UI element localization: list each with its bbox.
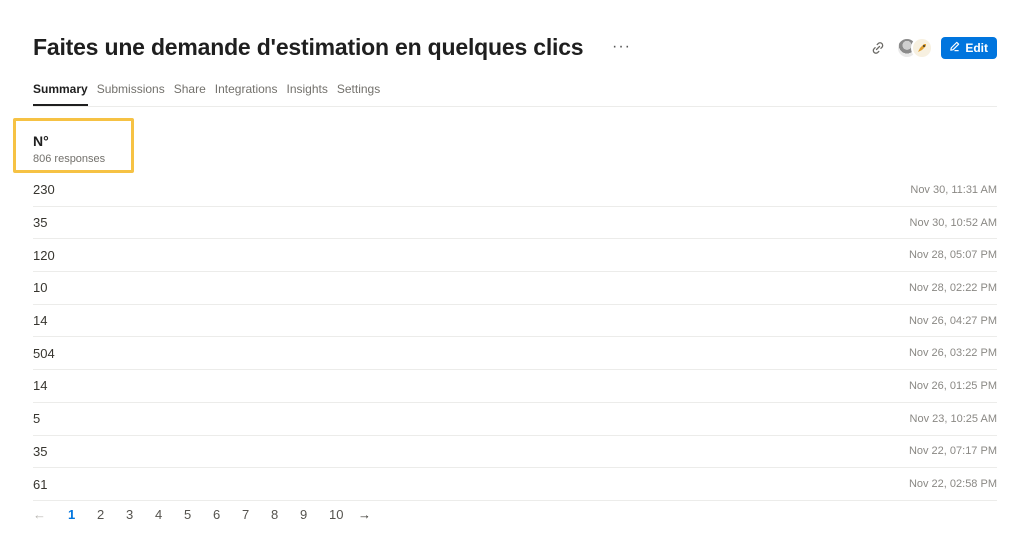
list-item[interactable]: 504 Nov 26, 03:22 PM [33, 337, 997, 371]
response-timestamp: Nov 23, 10:25 AM [909, 412, 997, 425]
divider [33, 106, 997, 107]
page-2-button[interactable]: 2 [97, 507, 126, 522]
tab-integrations[interactable]: Integrations [215, 82, 278, 106]
tab-insights[interactable]: Insights [286, 82, 327, 106]
tab-bar: Summary Submissions Share Integrations I… [33, 82, 389, 106]
page-4-button[interactable]: 4 [155, 507, 184, 522]
list-item[interactable]: 14 Nov 26, 01:25 PM [33, 370, 997, 403]
list-item[interactable]: 230 Nov 30, 11:31 AM [33, 174, 997, 207]
field-title: N° [33, 133, 49, 149]
response-timestamp: Nov 26, 04:27 PM [908, 314, 997, 327]
response-timestamp: Nov 28, 05:07 PM [908, 249, 997, 262]
next-page-button[interactable]: → [358, 507, 387, 522]
edit-label: Edit [965, 41, 988, 55]
response-value: 504 [33, 345, 55, 361]
page-9-button[interactable]: 9 [300, 507, 329, 522]
avatar [911, 37, 934, 59]
list-item[interactable]: 14 Nov 26, 04:27 PM [33, 305, 997, 338]
page-5-button[interactable]: 5 [184, 507, 213, 522]
page-6-button[interactable]: 6 [213, 507, 242, 522]
response-value: 61 [33, 476, 48, 492]
response-value: 35 [33, 215, 48, 231]
collaborator-avatars[interactable] [896, 37, 934, 59]
response-count: 806 responses [33, 153, 106, 165]
tab-settings[interactable]: Settings [337, 82, 380, 106]
response-timestamp: Nov 30, 10:52 AM [909, 216, 997, 229]
form-header: Faites une demande d'estimation en quelq… [33, 34, 997, 64]
response-value: 10 [33, 280, 48, 296]
response-value: 230 [33, 182, 55, 198]
response-timestamp: Nov 26, 03:22 PM [908, 347, 997, 360]
response-timestamp: Nov 28, 02:22 PM [908, 281, 997, 294]
list-item[interactable]: 61 Nov 22, 02:58 PM [33, 468, 997, 501]
response-value: 14 [33, 378, 48, 394]
response-value: 5 [33, 411, 41, 427]
response-value: 14 [33, 313, 48, 329]
page-title: Faites une demande d'estimation en quelq… [33, 34, 584, 60]
page-8-button[interactable]: 8 [271, 507, 300, 522]
tab-share[interactable]: Share [174, 82, 206, 106]
page-10-button[interactable]: 10 [329, 507, 358, 522]
link-icon[interactable] [870, 40, 886, 56]
prev-page-button[interactable]: ← [33, 507, 68, 522]
response-timestamp: Nov 26, 01:25 PM [908, 379, 997, 392]
list-item[interactable]: 35 Nov 30, 10:52 AM [33, 207, 997, 240]
responses-list: 230 Nov 30, 11:31 AM 35 Nov 30, 10:52 AM… [33, 174, 997, 501]
pagination: ← 1 2 3 4 5 6 7 8 9 10 → [33, 507, 387, 522]
tab-submissions[interactable]: Submissions [97, 82, 165, 106]
response-value: 120 [33, 247, 55, 263]
rocket-icon [918, 44, 927, 52]
page-3-button[interactable]: 3 [126, 507, 155, 522]
response-timestamp: Nov 22, 02:58 PM [908, 478, 997, 491]
pencil-icon [949, 41, 960, 55]
tab-summary[interactable]: Summary [33, 82, 88, 106]
edit-button[interactable]: Edit [941, 37, 997, 59]
list-item[interactable]: 35 Nov 22, 07:17 PM [33, 436, 997, 469]
response-timestamp: Nov 22, 07:17 PM [908, 445, 997, 458]
list-item[interactable]: 5 Nov 23, 10:25 AM [33, 403, 997, 436]
page-1-button[interactable]: 1 [68, 507, 97, 522]
response-timestamp: Nov 30, 11:31 AM [910, 183, 997, 196]
list-item[interactable]: 10 Nov 28, 02:22 PM [33, 272, 997, 305]
more-options-button[interactable]: ··· [612, 38, 631, 56]
header-tools: Edit [870, 37, 997, 59]
page-7-button[interactable]: 7 [242, 507, 271, 522]
list-item[interactable]: 120 Nov 28, 05:07 PM [33, 239, 997, 273]
response-value: 35 [33, 443, 48, 459]
